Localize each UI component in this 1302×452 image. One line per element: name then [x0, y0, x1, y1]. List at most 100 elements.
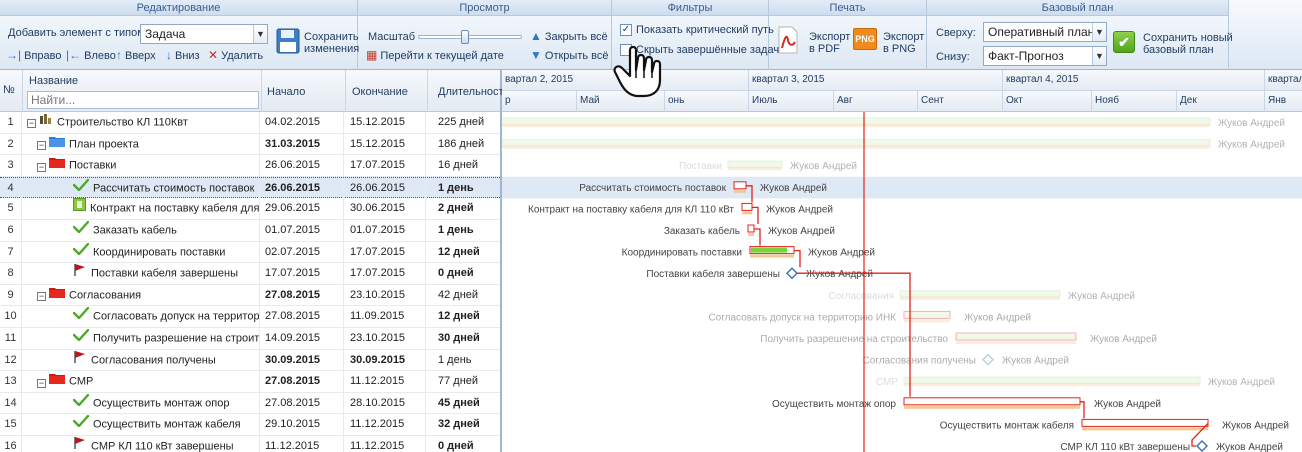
expand-all-button[interactable]: ▼ Открыть всё	[530, 48, 608, 62]
export-png-button[interactable]: PNG Экспорт в PNG	[851, 22, 925, 62]
row-start-date[interactable]: 11.12.2015	[262, 436, 344, 452]
row-duration[interactable]: 32 дней	[428, 414, 500, 436]
baseline-bottom-select[interactable]: Факт-Прогноз ▼	[983, 46, 1107, 66]
summary-bar[interactable]	[903, 376, 1201, 384]
row-end-date[interactable]: 11.09.2015	[346, 306, 426, 328]
baseline-bar[interactable]	[1082, 427, 1208, 431]
row-duration[interactable]: 1 день	[428, 350, 500, 372]
row-duration[interactable]: 12 дней	[428, 242, 500, 264]
row-end-date[interactable]: 11.12.2015	[346, 414, 426, 436]
table-row[interactable]: 8 Поставки кабеля завершены 17.07.2015 17.0…	[0, 263, 500, 285]
row-end-date[interactable]: 23.10.2015	[346, 328, 426, 350]
row-name[interactable]: Координировать поставки	[23, 241, 260, 264]
row-end-date[interactable]: 11.12.2015	[346, 371, 426, 393]
row-start-date[interactable]: 04.02.2015	[262, 112, 344, 134]
baseline-top-select[interactable]: Оперативный план ▼	[983, 22, 1107, 42]
row-end-date[interactable]: 17.07.2015	[346, 263, 426, 285]
collapse-toggle-icon[interactable]: −	[27, 119, 36, 129]
delete-button[interactable]: ✕ Удалить	[208, 48, 263, 62]
baseline-bar[interactable]	[734, 189, 746, 193]
row-name[interactable]: Рассчитать стоимость поставок	[23, 177, 260, 200]
scale-slider[interactable]	[418, 30, 522, 44]
row-start-date[interactable]: 27.08.2015	[262, 371, 344, 393]
task-bar[interactable]	[903, 397, 1081, 406]
row-start-date[interactable]: 31.03.2015	[262, 133, 344, 156]
row-name[interactable]: Согласования получены	[23, 349, 260, 372]
milestone-marker[interactable]	[982, 353, 994, 366]
indent-left-button[interactable]: |← Влево	[66, 48, 116, 62]
row-start-date[interactable]: 27.08.2015	[262, 306, 344, 328]
row-name[interactable]: − СМР	[23, 371, 260, 393]
row-end-date[interactable]: 01.07.2015	[346, 220, 426, 242]
collapse-all-button[interactable]: ▲ Закрыть всё	[530, 29, 608, 43]
row-end-date[interactable]: 30.06.2015	[346, 198, 426, 220]
row-start-date[interactable]: 14.09.2015	[262, 328, 344, 350]
row-end-date[interactable]: 23.10.2015	[346, 284, 426, 307]
element-type-select[interactable]: Задача ▼	[140, 24, 268, 44]
table-row[interactable]: 5 Контракт на поставку кабеля для КЛ 29.06…	[0, 198, 500, 220]
progress-bar[interactable]	[751, 247, 787, 253]
summary-bar[interactable]	[502, 139, 1211, 147]
table-row[interactable]: 9 − Согласования 27.08.2015 23.10.2015 42 дне…	[0, 284, 500, 307]
row-name[interactable]: Получить разрешение на строитель	[23, 328, 260, 350]
row-name[interactable]: − Строительство КЛ 110Квт	[23, 112, 260, 134]
baseline-bar[interactable]	[904, 383, 1200, 387]
row-end-date[interactable]: 11.12.2015	[346, 436, 426, 452]
row-duration[interactable]: 42 дней	[428, 285, 500, 307]
row-end-date[interactable]: 15.12.2015	[346, 133, 426, 156]
collapse-toggle-icon[interactable]: −	[37, 292, 46, 302]
table-row[interactable]: 2 − План проекта 31.03.2015 15.12.2015 186 дн…	[0, 133, 500, 156]
task-bar[interactable]	[741, 202, 753, 211]
table-row[interactable]: 12 Согласования получены 30.09.2015 30.09.2…	[0, 349, 500, 372]
milestone-marker[interactable]	[1196, 440, 1208, 452]
indent-right-button[interactable]: →| Вправо	[6, 48, 62, 62]
search-input[interactable]	[27, 91, 259, 109]
baseline-bar[interactable]	[750, 254, 794, 258]
table-row[interactable]: 14 Осуществить монтаж опор 27.08.2015 28.10…	[0, 392, 500, 415]
row-name[interactable]: − Поставки	[23, 155, 260, 177]
row-duration[interactable]: 2 дней	[428, 198, 500, 220]
task-bar[interactable]	[955, 332, 1077, 341]
row-start-date[interactable]: 17.07.2015	[262, 263, 344, 285]
goto-today-button[interactable]: ▦ Перейти к текущей дате	[366, 48, 504, 62]
row-name[interactable]: − План проекта	[23, 133, 260, 156]
row-name[interactable]: Заказать кабель	[23, 220, 260, 242]
table-row[interactable]: 7 Координировать поставки 02.07.2015 17.07.…	[0, 241, 500, 264]
table-row[interactable]: 1− Строительство КЛ 110Квт 04.02.2015 15.12…	[0, 112, 500, 134]
milestone-label[interactable]: Согласования получены	[863, 356, 976, 367]
move-down-button[interactable]: ↓ Вниз	[166, 48, 200, 62]
row-end-date[interactable]: 30.09.2015	[346, 349, 426, 372]
save-changes-button[interactable]: Сохранить изменения	[276, 26, 359, 60]
summary-bar[interactable]	[899, 290, 1061, 298]
row-duration[interactable]: 45 дней	[428, 393, 500, 415]
row-duration[interactable]: 1 день	[428, 220, 500, 242]
summary-bar[interactable]	[727, 160, 783, 168]
baseline-bar[interactable]	[900, 296, 1060, 300]
row-name[interactable]: Контракт на поставку кабеля для КЛ	[23, 198, 260, 220]
row-duration[interactable]: 0 дней	[428, 436, 500, 452]
row-start-date[interactable]: 27.08.2015	[262, 392, 344, 415]
row-name[interactable]: − Согласования	[23, 284, 260, 307]
table-row[interactable]: 4 Рассчитать стоимость поставок 26.06.2015…	[0, 176, 500, 200]
column-num-header[interactable]: №	[0, 70, 23, 112]
row-start-date[interactable]: 27.08.2015	[262, 284, 344, 307]
milestone-label[interactable]: СМР КЛ 110 кВт завершены	[1060, 442, 1190, 452]
row-end-date[interactable]: 15.12.2015	[346, 112, 426, 134]
baseline-bar[interactable]	[742, 211, 752, 215]
baseline-bar[interactable]	[956, 341, 1076, 344]
row-start-date[interactable]: 29.06.2015	[262, 198, 344, 220]
task-bar[interactable]	[733, 181, 747, 190]
column-duration-header[interactable]: Длительность	[428, 70, 509, 112]
collapse-toggle-icon[interactable]: −	[37, 378, 46, 388]
table-row[interactable]: 13 − СМР 27.08.2015 11.12.2015 77 дней	[0, 371, 500, 393]
row-duration[interactable]: 16 дней	[428, 155, 500, 177]
row-start-date[interactable]: 29.10.2015	[262, 414, 344, 436]
export-pdf-button[interactable]: Экспорт в PDF	[775, 22, 850, 62]
baseline-bar[interactable]	[904, 405, 1080, 409]
row-duration[interactable]: 225 дней	[428, 112, 500, 134]
baseline-bar[interactable]	[904, 319, 950, 323]
task-bar[interactable]	[747, 224, 755, 233]
critical-path-check-box[interactable]: ✓	[620, 24, 632, 36]
table-row[interactable]: 6 Заказать кабель 01.07.2015 01.07.2015 1 де…	[0, 220, 500, 242]
row-duration[interactable]: 0 дней	[428, 263, 500, 285]
